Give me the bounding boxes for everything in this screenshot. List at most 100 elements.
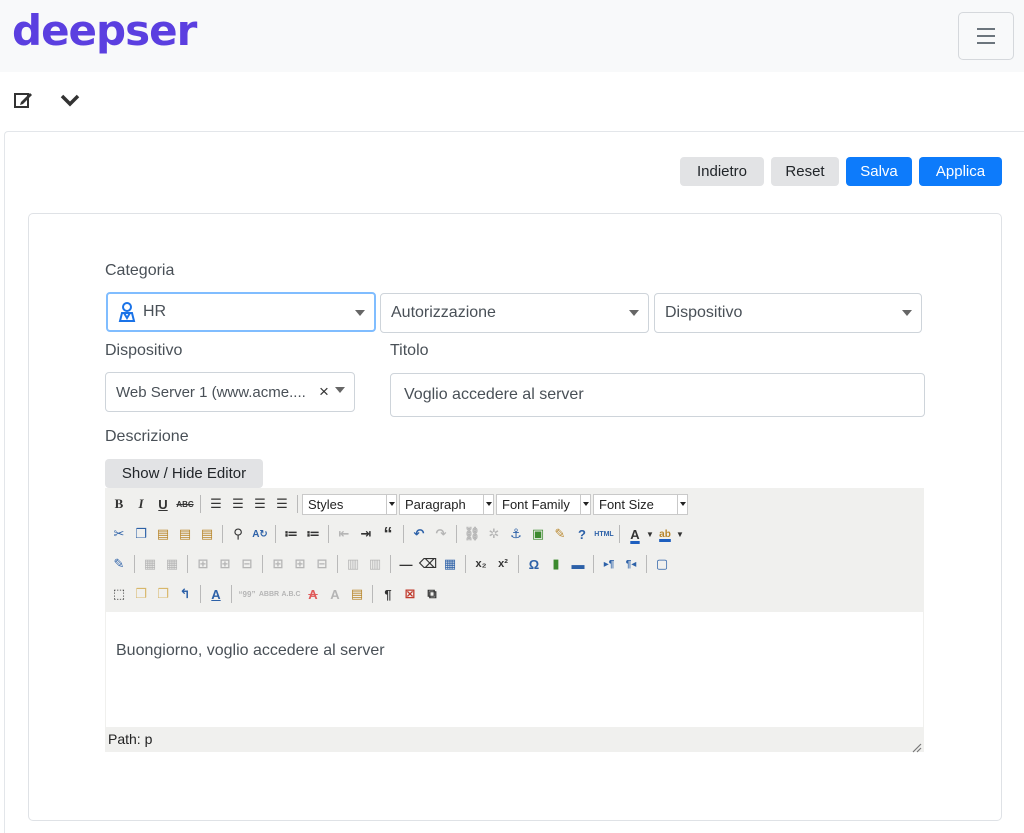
strikethrough-icon[interactable]: ABC — [174, 493, 196, 515]
special-char-icon[interactable]: Ω — [523, 553, 545, 575]
absolute-icon[interactable]: ↰ — [174, 583, 196, 605]
chevron-down-icon[interactable] — [60, 92, 80, 113]
cut-icon[interactable]: ✂ — [108, 523, 130, 545]
align-left-icon[interactable]: ☰ — [205, 493, 227, 515]
title-value: Voglio accedere al server — [404, 386, 584, 403]
indent-icon[interactable]: ⇥ — [355, 523, 377, 545]
bold-icon[interactable]: B — [108, 493, 130, 515]
caret-down-icon[interactable]: ▼ — [646, 523, 654, 545]
help-icon[interactable]: ? — [571, 523, 593, 545]
caret-down-icon — [677, 494, 687, 514]
hamburger-icon — [977, 28, 995, 30]
align-right-icon[interactable]: ☰ — [249, 493, 271, 515]
category-3-value: Dispositivo — [665, 304, 743, 321]
image-icon[interactable]: ▣ — [527, 523, 549, 545]
fullscreen-icon[interactable]: ▢ — [651, 553, 673, 575]
move-backward-icon[interactable]: ❐ — [152, 583, 174, 605]
align-justify-icon[interactable]: ☰ — [271, 493, 293, 515]
insert-table-icon[interactable]: ▦ — [439, 553, 461, 575]
media-icon[interactable]: ▮ — [545, 553, 567, 575]
html-source-icon[interactable]: HTML — [593, 523, 615, 545]
anchor-icon[interactable]: ⚓ — [505, 523, 527, 545]
col-after-icon[interactable]: ⊞ — [289, 553, 311, 575]
font-family-dropdown[interactable]: Font Family — [496, 493, 591, 515]
italic-icon[interactable]: I — [130, 493, 152, 515]
row-before-icon[interactable]: ⊞ — [192, 553, 214, 575]
reset-button[interactable]: Reset — [771, 157, 839, 186]
outdent-icon[interactable]: ⇤ — [333, 523, 355, 545]
advanced-hr-icon[interactable]: ▬ — [567, 553, 589, 575]
category-select-2[interactable]: Autorizzazione — [380, 293, 649, 333]
acronym-icon[interactable]: A.B.C — [280, 583, 302, 605]
delete-col-icon[interactable]: ⊟ — [311, 553, 333, 575]
superscript-icon[interactable]: x² — [492, 553, 514, 575]
bullet-list-icon[interactable]: ≔ — [280, 523, 302, 545]
category-2-value: Autorizzazione — [391, 304, 496, 321]
unlink-icon[interactable]: ✲ — [483, 523, 505, 545]
numbered-list-icon[interactable]: ≔ — [302, 523, 324, 545]
format-dropdown[interactable]: Paragraph — [399, 493, 494, 515]
rtl-icon[interactable]: ¶◂ — [620, 553, 642, 575]
apply-button[interactable]: Applica — [919, 157, 1002, 186]
edit-icon[interactable] — [13, 90, 35, 115]
path-label: Path: p — [108, 731, 153, 747]
style-props-icon[interactable]: A — [205, 583, 227, 605]
save-button[interactable]: Salva — [846, 157, 912, 186]
col-before-icon[interactable]: ⊞ — [267, 553, 289, 575]
non-breaking-icon[interactable]: ⊠ — [399, 583, 421, 605]
back-button[interactable]: Indietro — [680, 157, 764, 186]
abbr-icon[interactable]: ABBR — [258, 583, 280, 605]
undo-icon[interactable]: ↶ — [408, 523, 430, 545]
editor-path-bar: Path: p — [105, 727, 924, 752]
title-input[interactable]: Voglio accedere al server — [390, 373, 925, 417]
remove-format-icon[interactable]: ⌫ — [417, 553, 439, 575]
table-cell-props-icon[interactable]: ▦ — [161, 553, 183, 575]
subscript-icon[interactable]: x₂ — [470, 553, 492, 575]
insert-text-icon[interactable]: A — [324, 583, 346, 605]
visual-chars-icon[interactable]: ¶ — [377, 583, 399, 605]
category-select-3[interactable]: Dispositivo — [654, 293, 922, 333]
hr-icon — [118, 302, 136, 322]
resize-handle-icon[interactable] — [912, 740, 922, 753]
paste-text-icon[interactable]: ▤ — [174, 523, 196, 545]
brand-logo[interactable]: deepser — [12, 6, 197, 55]
cite-icon[interactable]: “99” — [236, 583, 258, 605]
caret-down-icon — [580, 494, 590, 514]
horizontal-rule-icon[interactable]: — — [395, 553, 417, 575]
blockquote-icon[interactable]: “ — [377, 523, 399, 545]
redo-icon[interactable]: ↷ — [430, 523, 452, 545]
ltr-icon[interactable]: ▸¶ — [598, 553, 620, 575]
merge-cells-icon[interactable]: ▥ — [364, 553, 386, 575]
page-break-icon[interactable]: ⧉ — [421, 583, 443, 605]
split-cells-icon[interactable]: ▥ — [342, 553, 364, 575]
editor-content-area[interactable]: Buongiorno, voglio accedere al server — [106, 612, 923, 727]
insert-layer-icon[interactable]: ⬚ — [108, 583, 130, 605]
text-color-icon[interactable]: A — [624, 523, 646, 545]
caret-down-icon — [483, 494, 493, 514]
table-row-props-icon[interactable]: ▦ — [139, 553, 161, 575]
caret-down-icon[interactable]: ▼ — [676, 523, 684, 545]
font-size-dropdown[interactable]: Font Size — [593, 493, 688, 515]
replace-icon[interactable]: A↻ — [249, 523, 271, 545]
link-icon[interactable]: ⛓ — [461, 523, 483, 545]
device-select[interactable]: Web Server 1 (www.acme.... × — [105, 372, 355, 412]
delete-row-icon[interactable]: ⊟ — [236, 553, 258, 575]
edit-css-icon[interactable]: ✎ — [108, 553, 130, 575]
row-after-icon[interactable]: ⊞ — [214, 553, 236, 575]
attributes-icon[interactable]: ▤ — [346, 583, 368, 605]
category-select-1[interactable]: HR — [106, 292, 376, 332]
find-icon[interactable]: ⚲ — [227, 523, 249, 545]
move-forward-icon[interactable]: ❐ — [130, 583, 152, 605]
underline-icon[interactable]: U — [152, 493, 174, 515]
clear-icon[interactable]: × — [319, 382, 329, 402]
background-color-icon[interactable]: ab — [654, 523, 676, 545]
copy-icon[interactable]: ❐ — [130, 523, 152, 545]
cleanup-icon[interactable]: ✎ — [549, 523, 571, 545]
menu-toggle-button[interactable] — [958, 12, 1014, 60]
align-center-icon[interactable]: ☰ — [227, 493, 249, 515]
paste-icon[interactable]: ▤ — [152, 523, 174, 545]
delete-text-icon[interactable]: A — [302, 583, 324, 605]
paste-word-icon[interactable]: ▤ — [196, 523, 218, 545]
toggle-editor-button[interactable]: Show / Hide Editor — [105, 459, 263, 488]
styles-dropdown[interactable]: Styles — [302, 493, 397, 515]
